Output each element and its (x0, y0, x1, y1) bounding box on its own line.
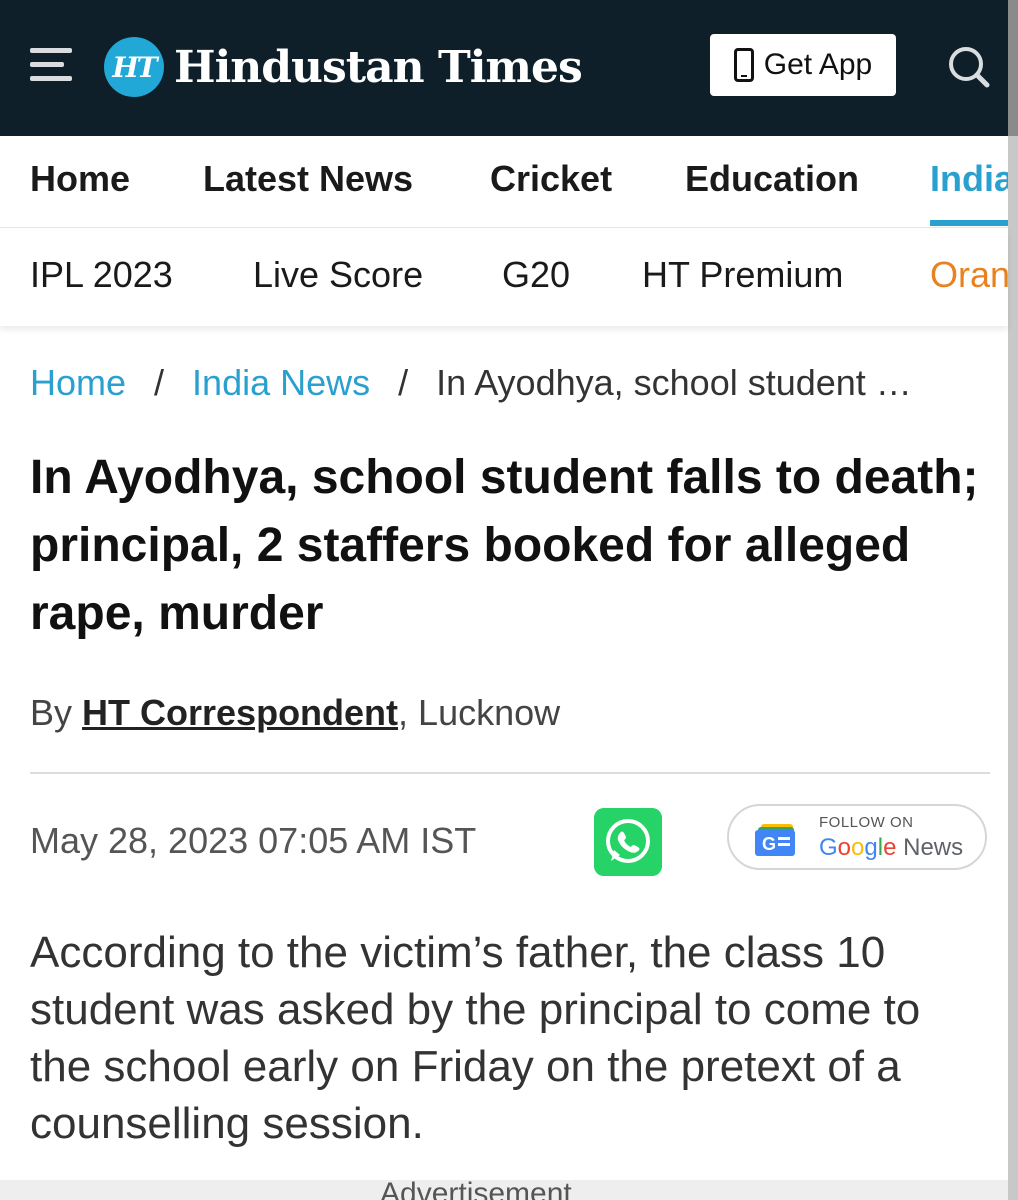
scrollbar-thumb[interactable] (1008, 0, 1018, 136)
divider (30, 772, 990, 774)
logo-text: Hindustan Times (174, 41, 583, 93)
article-headline: In Ayodhya, school student falls to deat… (30, 451, 979, 640)
author-link[interactable]: HT Correspondent (82, 692, 398, 733)
secondary-nav: IPL 2023 Live Score G20 HT Premium Orang (0, 228, 1008, 326)
whatsapp-icon[interactable] (594, 808, 662, 876)
subnav-item-orange[interactable]: Orang (930, 254, 1008, 296)
subnav-item-ipl[interactable]: IPL 2023 (30, 254, 173, 296)
logo-badge: HT (104, 37, 164, 97)
nav-item-cricket[interactable]: Cricket (490, 158, 612, 200)
nav-item-latest-news[interactable]: Latest News (203, 158, 413, 200)
follow-google-news-button[interactable]: G FOLLOW ON Google News (727, 804, 987, 870)
breadcrumb-home[interactable]: Home (30, 362, 126, 403)
nav-item-home[interactable]: Home (30, 158, 130, 200)
site-logo[interactable]: HT Hindustan Times (104, 36, 583, 98)
svg-text:G: G (762, 834, 776, 854)
article-summary: According to the victim’s father, the cl… (30, 928, 921, 1148)
subnav-item-ht-premium[interactable]: HT Premium (642, 254, 843, 296)
byline-prefix: By (30, 692, 73, 733)
subnav-item-live-score[interactable]: Live Score (253, 254, 423, 296)
active-tab-indicator (930, 220, 1008, 226)
scrollbar-track[interactable] (1008, 0, 1018, 1200)
get-app-label: Get App (763, 48, 873, 81)
breadcrumb-section[interactable]: India News (192, 362, 370, 403)
follow-on-label: FOLLOW ON (819, 814, 914, 831)
breadcrumb: Home / India News / In Ayodhya, school stude… (30, 362, 990, 404)
google-news-icon: G (755, 824, 795, 856)
breadcrumb-separator: / (398, 362, 409, 403)
nav-item-india[interactable]: India (930, 158, 1008, 200)
phone-icon (733, 48, 754, 82)
get-app-button[interactable]: Get App (710, 34, 896, 96)
google-news-wordmark: Google News (819, 834, 964, 861)
byline: By HT Correspondent, Lucknow (30, 692, 560, 734)
advertisement-label: Advertisement (380, 1180, 572, 1200)
breadcrumb-separator: / (154, 362, 165, 403)
publish-date: May 28, 2023 07:05 AM IST (30, 820, 477, 861)
primary-nav: Home Latest News Cricket Education India (0, 136, 1008, 228)
subnav-item-g20[interactable]: G20 (502, 254, 570, 296)
breadcrumb-current: In Ayodhya, school student … (436, 362, 912, 403)
top-header: HT Hindustan Times Get App (0, 0, 1018, 136)
advertisement-strip: Advertisement (0, 1180, 1008, 1200)
nav-item-education[interactable]: Education (685, 158, 859, 200)
search-icon[interactable] (946, 44, 990, 88)
byline-location: , Lucknow (398, 692, 561, 733)
menu-icon[interactable] (30, 48, 72, 82)
